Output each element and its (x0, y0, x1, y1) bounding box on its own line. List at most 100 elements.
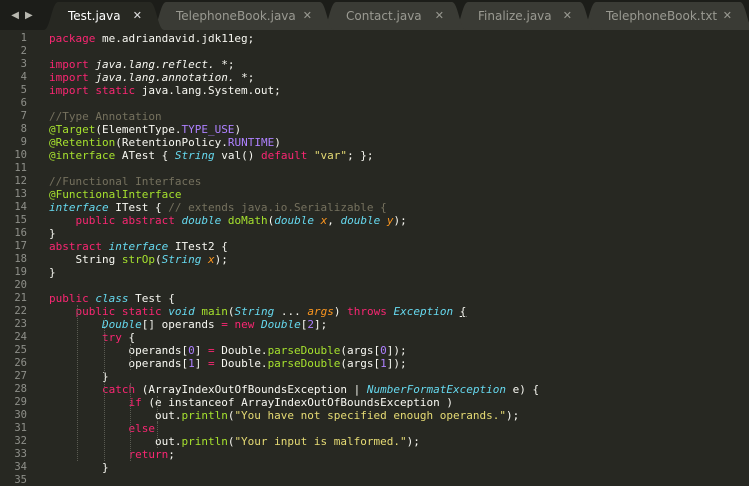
line-number: 17 (14, 240, 27, 252)
indent-guide (77, 305, 79, 461)
close-icon[interactable]: ✕ (723, 9, 732, 22)
code-token: @Retention (49, 136, 116, 149)
code-token: import (49, 71, 89, 84)
code-token: public static (75, 305, 162, 318)
code-token: java.lang.System.out; (135, 84, 281, 97)
code-token: doMath (227, 214, 268, 227)
code-line: catch (ArrayIndexOutOfBoundsException | … (49, 383, 539, 396)
code-token: TYPE_USE (181, 123, 235, 136)
line-number: 16 (14, 227, 27, 239)
code-token: // extends java.io.Serializable { (168, 201, 387, 214)
code-token: *; (234, 71, 255, 84)
code-token: ( (154, 253, 162, 266)
chevron-right-icon[interactable]: ▶ (25, 10, 33, 21)
line-number: 23 (14, 318, 27, 330)
code-token: Double. (214, 357, 268, 370)
code-token: ]); (386, 344, 407, 357)
code-token: try (101, 331, 122, 344)
code-line: abstract interface ITest2 { (49, 240, 228, 253)
close-icon[interactable]: ✕ (563, 9, 572, 22)
code-editor[interactable]: 1 2 3 4 5 6 7 8 9 10 11 12 13 14 15 16 17 18 19 20 21 22 23 24 2… (0, 30, 749, 486)
indent-guide (156, 396, 158, 422)
code-token: throws (347, 305, 387, 318)
code-token: = (221, 318, 228, 331)
code-line: Double[] operands = new Double[2]; (49, 318, 327, 331)
indent-guide (156, 422, 158, 448)
code-token: ) (333, 305, 348, 318)
tab-test-java[interactable]: Test.java ✕ (44, 2, 164, 30)
code-token: ); (505, 409, 520, 422)
line-number: 33 (14, 448, 27, 460)
code-token: @FunctionalInterface (49, 188, 182, 201)
code-token: (args[ (340, 344, 381, 357)
tab-telephonebook-java[interactable]: TelephoneBook.java ✕ (152, 2, 334, 30)
close-icon[interactable]: ✕ (133, 9, 142, 22)
code-area[interactable]: package me.adriandavid.jdk11eg; import ja… (49, 30, 749, 486)
tab-contact-java[interactable]: Contact.java ✕ (322, 2, 466, 30)
code-line: @FunctionalInterface (49, 188, 181, 201)
tab-label: Contact.java (346, 9, 422, 23)
code-token: 0 (188, 344, 195, 357)
code-token: println (181, 435, 228, 448)
code-line: @Retention(RetentionPolicy.RUNTIME) (49, 136, 281, 149)
line-number: 5 (20, 84, 27, 96)
code-token: Double (101, 318, 142, 331)
line-number: 18 (14, 253, 27, 265)
code-line: @interface ATest { String val() default … (49, 149, 374, 162)
line-number: 21 (14, 292, 27, 304)
code-token: return (128, 448, 169, 461)
code-token: ) (274, 136, 281, 149)
chevron-left-icon[interactable]: ◀ (11, 10, 19, 21)
code-token: } (49, 266, 56, 279)
code-token: (RetentionPolicy. (115, 136, 228, 149)
code-token: public (49, 292, 89, 305)
code-token: String (234, 305, 275, 318)
code-token: double (274, 214, 314, 227)
code-line: operands[1] = Double.parseDouble(args[1]… (49, 357, 406, 370)
code-token: //Type Annotation (49, 110, 162, 123)
code-token: @interface (49, 149, 116, 162)
tab-label: TelephoneBook.txt (606, 9, 718, 23)
code-token: new (234, 318, 255, 331)
code-token: @Target (49, 123, 96, 136)
code-token: ] (194, 357, 208, 370)
code-line: //Functional Interfaces (49, 175, 201, 188)
close-icon[interactable]: ✕ (435, 9, 444, 22)
code-token: args (307, 305, 334, 318)
line-number: 11 (14, 162, 27, 174)
code-token: double (181, 214, 222, 227)
line-number: 19 (14, 266, 27, 278)
line-number: 32 (14, 435, 27, 447)
code-line: } (49, 266, 56, 279)
code-token: (e instanceof ArrayIndexOutOfBoundsExcep… (141, 396, 453, 409)
code-token: } (49, 370, 109, 383)
code-token: { (121, 331, 136, 344)
code-token: (ArrayIndexOutOfBoundsException | (135, 383, 367, 396)
code-token: parseDouble (267, 357, 341, 370)
code-line: } (49, 461, 109, 474)
code-token: operands[ (49, 344, 189, 357)
line-number: 12 (14, 175, 27, 187)
code-token: String (174, 149, 215, 162)
code-line: try { (49, 331, 135, 344)
code-token: String (161, 253, 202, 266)
code-line: public static void main(String ... args)… (49, 305, 467, 318)
code-token: ; (168, 448, 175, 461)
code-token: x (207, 253, 215, 266)
code-token: main (201, 305, 228, 318)
tab-telephonebook-txt[interactable]: TelephoneBook.txt ✕ (582, 2, 749, 30)
code-token: parseDouble (267, 344, 341, 357)
line-number: 26 (14, 357, 27, 369)
tab-finalize-java[interactable]: Finalize.java ✕ (454, 2, 594, 30)
close-icon[interactable]: ✕ (303, 9, 312, 22)
line-number: 6 (20, 97, 27, 109)
code-token: import (49, 58, 89, 71)
code-token: Double. (214, 344, 268, 357)
code-token: ] (194, 344, 208, 357)
code-line: out.println("You have not specified enou… (49, 409, 519, 422)
tab-navigation: ◀ ▶ (0, 0, 44, 30)
